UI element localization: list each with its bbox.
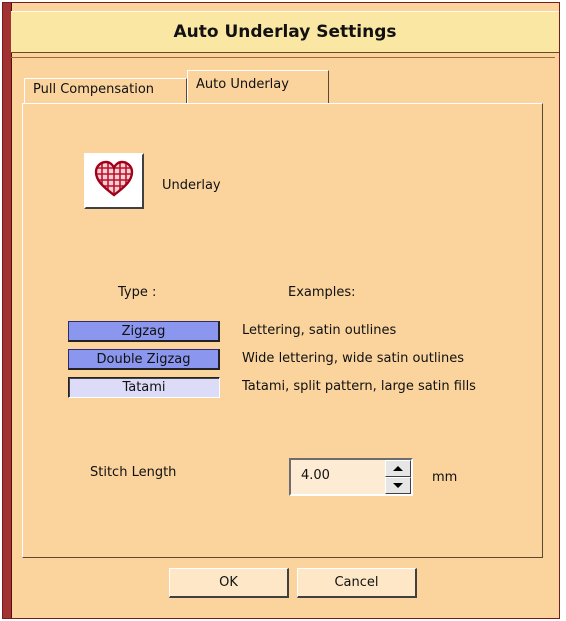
double-zigzag-example: Wide lettering, wide satin outlines [242, 351, 465, 366]
tab-auto-underlay[interactable]: Auto Underlay [187, 70, 329, 103]
window-frame-left [3, 3, 12, 618]
zigzag-type-button[interactable]: Zigzag [68, 321, 220, 342]
heart-grid-icon [94, 160, 134, 202]
double-zigzag-type-label: Double Zigzag [96, 351, 191, 367]
tab-pull-compensation[interactable]: Pull Compensation [24, 78, 187, 104]
tab-auto-underlay-label: Auto Underlay [196, 77, 289, 92]
title-separator [11, 57, 555, 58]
examples-heading: Examples: [288, 285, 356, 300]
ok-button[interactable]: OK [169, 568, 289, 598]
ok-button-label: OK [219, 575, 238, 590]
stitch-length-value[interactable]: 4.00 [301, 468, 381, 483]
stitch-length-spinner[interactable]: 4.00 [289, 458, 413, 496]
underlay-label: Underlay [162, 178, 221, 193]
zigzag-example: Lettering, satin outlines [242, 323, 397, 338]
tatami-type-label: Tatami [122, 380, 166, 395]
tatami-type-button[interactable]: Tatami [68, 377, 220, 398]
double-zigzag-type-button[interactable]: Double Zigzag [68, 349, 220, 370]
cancel-button-label: Cancel [334, 575, 379, 590]
spinner-buttons [385, 460, 411, 494]
underlay-toggle-button[interactable] [84, 153, 144, 209]
dialog-title: Auto Underlay Settings [173, 22, 397, 42]
dialog-titlebar[interactable]: Auto Underlay Settings [11, 11, 559, 53]
arrow-down-icon [393, 483, 403, 488]
stitch-length-label: Stitch Length [90, 465, 177, 480]
type-heading: Type : [118, 285, 157, 300]
spin-up-button[interactable] [385, 460, 411, 477]
cancel-button[interactable]: Cancel [297, 568, 417, 598]
arrow-up-icon [393, 466, 403, 471]
spin-down-button[interactable] [385, 477, 411, 494]
tab-pull-compensation-label: Pull Compensation [33, 82, 155, 97]
tatami-example: Tatami, split pattern, large satin fills [242, 379, 476, 394]
zigzag-type-label: Zigzag [121, 323, 166, 339]
stitch-length-unit: mm [432, 470, 458, 485]
